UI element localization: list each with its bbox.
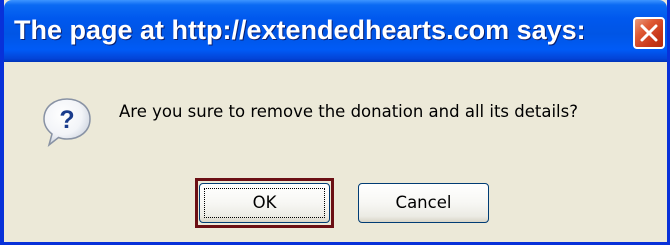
svg-text:?: ? bbox=[59, 106, 74, 134]
ok-button-label: OK bbox=[252, 193, 277, 212]
close-button[interactable] bbox=[633, 17, 665, 49]
dialog-titlebar[interactable]: The page at http://extendedhearts.com sa… bbox=[4, 0, 667, 62]
dialog-message: Are you sure to remove the donation and … bbox=[119, 102, 578, 121]
dialog-title: The page at http://extendedhearts.com sa… bbox=[14, 15, 586, 45]
confirm-dialog: The page at http://extendedhearts.com sa… bbox=[0, 0, 670, 245]
cancel-button-label: Cancel bbox=[395, 193, 452, 212]
ok-button[interactable]: OK bbox=[199, 183, 330, 223]
question-icon: ? bbox=[43, 98, 91, 147]
cancel-button[interactable]: Cancel bbox=[358, 183, 489, 223]
close-icon bbox=[640, 24, 658, 42]
